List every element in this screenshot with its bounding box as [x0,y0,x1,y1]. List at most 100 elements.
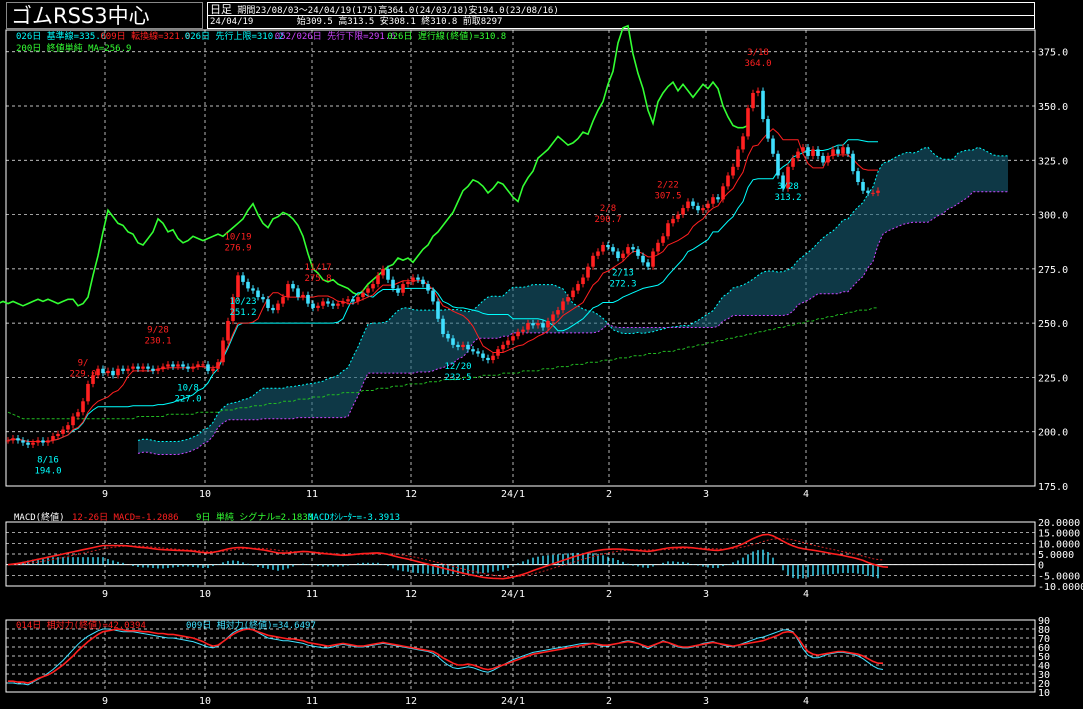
candle-body [401,284,405,293]
candle-body [271,307,275,311]
candle-body [331,303,335,306]
candle-body [16,438,20,441]
candle-body [306,294,310,304]
y-tick-label: -10.0000 [1038,582,1083,593]
candle-body [751,92,755,109]
legend-macd: MACDｵｼﾚｰﾀｰ=-3.3913 [308,512,400,523]
candle-body [841,147,845,154]
candle-body [631,247,635,250]
x-tick-label: 2 [606,589,612,600]
legend-ma200: 200日 終値単純 MA=256.9 [16,42,131,54]
annotation-value: 276.9 [224,243,251,253]
annotation-date: 2/22 [657,180,679,190]
annotation-value: 251.2 [229,308,256,318]
candle-body [676,214,680,219]
candle-body [591,255,595,267]
candle-body [6,440,10,442]
candle-body [756,90,760,93]
candle-body [246,281,250,289]
candle-body [446,334,450,339]
legend-rsi14: 014日 相対力(終値)=42.0394 [16,619,146,631]
candle-body [836,149,840,154]
annotation-value: 313.2 [774,193,801,203]
candle-body [766,119,770,139]
annotation-value: 290.7 [594,215,621,225]
candle-body [396,288,400,293]
candle-body [566,297,570,302]
candle-body [716,197,720,200]
candle-body [671,218,675,224]
legend-ichimoku: 052/026日 先行下限=291.6 [275,30,396,42]
candle-body [301,294,305,298]
chart-canvas: 9 9 9 10 10 10 11 11 11 12 12 12 24/1 24/1 24/1 2 2 2 3 3 3 4… [0,24,1083,707]
x-tick-label: 9 [102,589,108,600]
candle-body [116,368,120,376]
candle-body [76,412,80,417]
rsi9-line [8,627,884,686]
candle-body [316,305,320,308]
candle-body [186,366,190,369]
candle-body [21,440,25,443]
candle-body [861,182,865,191]
candle-body [156,368,160,371]
candle-body [466,344,470,350]
candle-body [286,284,290,298]
candle-body [426,284,430,291]
candle-body [611,247,615,252]
candle-body [471,349,475,352]
candle-body [126,368,130,371]
candle-body [776,153,780,176]
candle-body [646,262,650,267]
y-tick-label: 15.0000 [1038,529,1080,540]
x-tick-label: 9 [102,489,108,500]
candle-body [371,284,375,289]
candle-body [131,366,135,369]
candle-body [616,251,620,258]
candle-body [291,284,295,289]
panel-border-0 [5,29,1036,487]
macd-signal-line [7,538,884,578]
candle-body [726,175,730,187]
x-tick-label: 24/1 [501,696,525,707]
candle-body [421,279,425,285]
y-tick-label: 10 [1038,688,1050,699]
candle-body [121,368,125,371]
candle-body [691,201,695,206]
candle-body [481,353,485,358]
candle-body [101,368,105,374]
annotation-value: 229.0 [69,369,96,379]
x-tick-label: 4 [803,696,809,707]
candle-body [11,438,15,441]
x-tick-label: 10 [199,489,211,500]
y-tick-label: 5.0000 [1038,550,1074,561]
candle-body [251,288,255,291]
y-tick-label: 225.0 [1038,373,1068,384]
candle-body [701,208,705,211]
candle-body [346,299,350,302]
x-tick-label: 4 [803,589,809,600]
annotation-date: 9/28 [147,326,169,336]
candle-body [536,323,540,326]
annotation-date: 3/18 [747,48,769,58]
x-tick-label: 3 [703,589,709,600]
candle-body [311,303,315,308]
legend-ichimoku: 026日 遅行線(終値)=310.8 [387,30,506,42]
candle-body [626,247,630,254]
candle-body [146,366,150,369]
candle-body [601,244,605,252]
candle-body [516,331,520,337]
annotation-date: 3/28 [777,182,799,192]
candle-body [81,401,85,413]
candle-body [596,251,600,256]
candle-body [686,201,690,209]
candle-body [261,297,265,300]
candle-body [621,253,625,258]
candle-body [661,236,665,243]
candle-body [391,279,395,289]
candle-body [236,275,240,298]
candle-body [801,147,805,152]
annotation-date: 8/16 [37,455,59,465]
candle-body [196,364,200,367]
candle-body [61,429,65,434]
candle-body [51,436,55,441]
